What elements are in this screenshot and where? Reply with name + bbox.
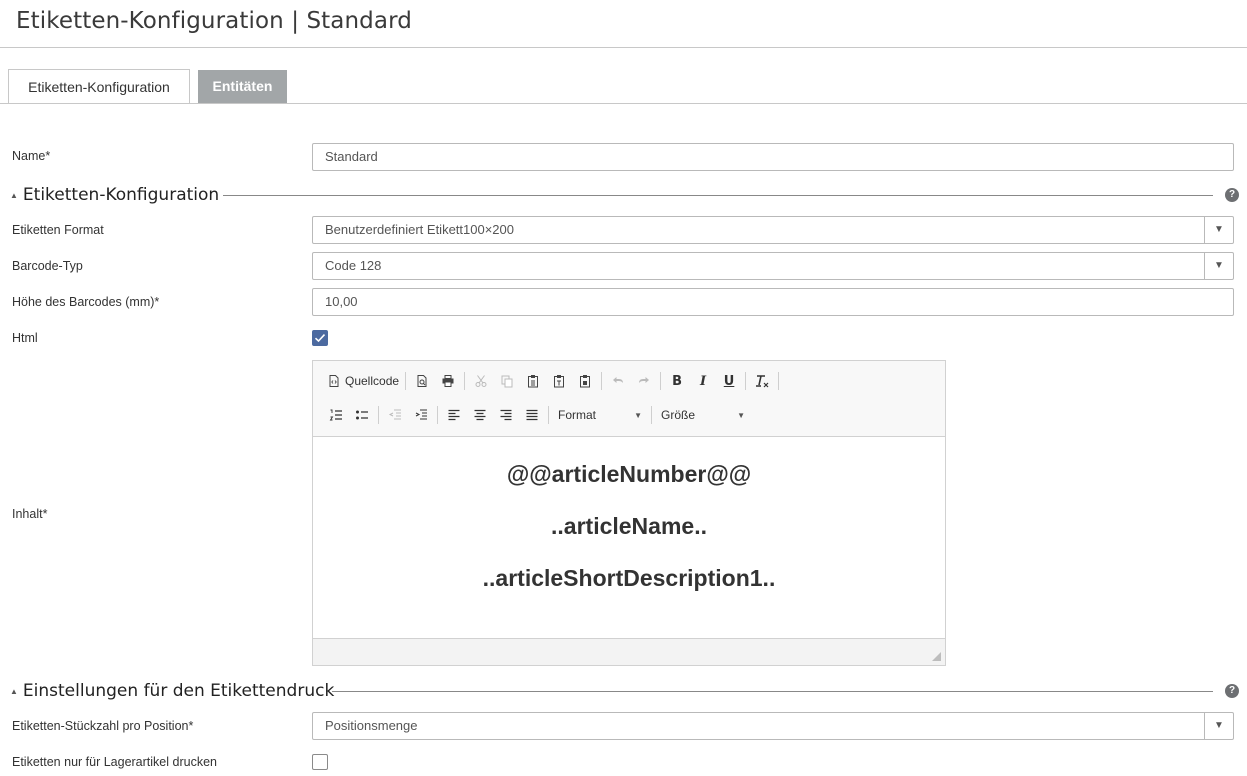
size-label: Größe — [661, 408, 696, 422]
section-header-print-settings[interactable]: ▲ Einstellungen für den Etikettendruck — [10, 680, 334, 702]
print-icon[interactable] — [435, 370, 461, 392]
format-label: Format — [558, 408, 597, 422]
qty-per-position-value: Positionsmenge — [325, 718, 418, 733]
source-label: Quellcode — [345, 374, 400, 388]
toolbar-row-1: Quellcode B I U — [325, 368, 782, 394]
tab-label-configuration[interactable]: Etiketten-Konfiguration — [8, 69, 190, 104]
barcode-height-label: Höhe des Barcodes (mm)* — [12, 295, 160, 309]
content-line: ..articleName.. — [551, 513, 707, 539]
barcode-type-select[interactable]: Code 128 ▼ — [312, 252, 1234, 280]
cut-icon[interactable] — [468, 370, 494, 392]
tab-entities[interactable]: Entitäten — [198, 70, 287, 103]
barcode-type-value: Code 128 — [325, 258, 382, 273]
bold-icon[interactable]: B — [664, 370, 690, 392]
collapse-caret-icon[interactable]: ▲ — [10, 191, 18, 200]
align-justify-icon[interactable] — [519, 404, 545, 426]
toolbar-separator — [778, 372, 780, 390]
chevron-down-icon[interactable]: ▼ — [1204, 217, 1233, 243]
rich-text-editor[interactable]: Quellcode B I U Format ▼ Größe ▼ @@artic… — [312, 360, 946, 666]
editor-footer — [313, 638, 945, 665]
undo-icon[interactable] — [605, 370, 631, 392]
toolbar-separator — [378, 406, 379, 424]
outdent-icon[interactable] — [382, 404, 408, 426]
editor-toolbar: Quellcode B I U Format ▼ Größe ▼ — [313, 361, 945, 437]
toolbar-row-2: Format ▼ Größe ▼ — [325, 402, 751, 428]
section-title: Einstellungen für den Etikettendruck — [22, 681, 335, 701]
remove-format-icon[interactable] — [749, 370, 775, 392]
stock-only-checkbox[interactable] — [312, 754, 328, 770]
page-title: Etiketten-Konfiguration | Standard — [16, 8, 412, 34]
toolbar-separator — [651, 406, 652, 424]
indent-icon[interactable] — [408, 404, 434, 426]
barcode-height-input[interactable]: 10,00 — [312, 288, 1234, 316]
chevron-down-icon[interactable]: ▼ — [1204, 713, 1233, 739]
checkmark-icon — [314, 334, 326, 343]
align-left-icon[interactable] — [441, 404, 467, 426]
resize-grip-icon[interactable] — [932, 652, 941, 661]
section-title: Etiketten-Konfiguration — [22, 185, 220, 205]
content-line: ..articleShortDescription1.. — [482, 565, 776, 591]
format-dropdown[interactable]: Format ▼ — [552, 404, 648, 426]
barcode-type-label: Barcode-Typ — [12, 259, 83, 273]
source-icon — [329, 375, 339, 387]
toolbar-separator — [745, 372, 747, 390]
chevron-down-icon: ▼ — [634, 410, 642, 420]
collapse-caret-icon[interactable]: ▲ — [10, 687, 18, 696]
tabs-divider — [0, 103, 1247, 104]
chevron-down-icon: ▼ — [737, 410, 745, 420]
editor-content-area[interactable]: @@articleNumber@@ ..articleName.. ..arti… — [313, 437, 945, 639]
label-format-label: Etiketten Format — [12, 223, 104, 237]
name-input[interactable]: Standard — [312, 143, 1234, 171]
paste-icon[interactable] — [520, 370, 546, 392]
toolbar-separator — [405, 372, 407, 390]
underline-icon[interactable]: U — [716, 370, 742, 392]
content-line: @@articleNumber@@ — [506, 461, 752, 487]
paste-word-icon[interactable] — [572, 370, 598, 392]
content-label: Inhalt* — [12, 507, 48, 521]
italic-icon[interactable]: I — [690, 370, 716, 392]
label-format-value: Benutzerdefiniert Etikett100×200 — [325, 222, 514, 237]
section-header-label-config[interactable]: ▲ Etiketten-Konfiguration — [10, 184, 219, 206]
toolbar-separator — [660, 372, 662, 390]
help-icon[interactable]: ? — [1225, 188, 1239, 202]
bullet-list-icon[interactable] — [349, 404, 375, 426]
redo-icon[interactable] — [631, 370, 657, 392]
section-divider — [223, 195, 1213, 196]
toolbar-separator — [548, 406, 549, 424]
align-center-icon[interactable] — [467, 404, 493, 426]
chevron-down-icon[interactable]: ▼ — [1204, 253, 1233, 279]
align-right-icon[interactable] — [493, 404, 519, 426]
label-format-select[interactable]: Benutzerdefiniert Etikett100×200 ▼ — [312, 216, 1234, 244]
name-label: Name* — [12, 149, 51, 163]
toolbar-separator — [437, 406, 438, 424]
html-label: Html — [12, 331, 38, 345]
preview-icon[interactable] — [409, 370, 435, 392]
numbered-list-icon[interactable] — [323, 404, 349, 426]
section-divider — [332, 691, 1213, 692]
paste-text-icon[interactable] — [546, 370, 572, 392]
help-icon[interactable]: ? — [1225, 684, 1239, 698]
stock-only-label: Etiketten nur für Lagerartikel drucken — [12, 755, 217, 769]
title-divider — [0, 47, 1247, 48]
copy-icon[interactable] — [494, 370, 520, 392]
size-dropdown[interactable]: Größe ▼ — [655, 404, 751, 426]
source-button[interactable]: Quellcode — [327, 374, 399, 388]
toolbar-separator — [601, 372, 603, 390]
html-checkbox[interactable] — [312, 330, 328, 346]
qty-per-position-select[interactable]: Positionsmenge ▼ — [312, 712, 1234, 740]
qty-per-position-label: Etiketten-Stückzahl pro Position* — [12, 719, 194, 733]
toolbar-separator — [464, 372, 466, 390]
